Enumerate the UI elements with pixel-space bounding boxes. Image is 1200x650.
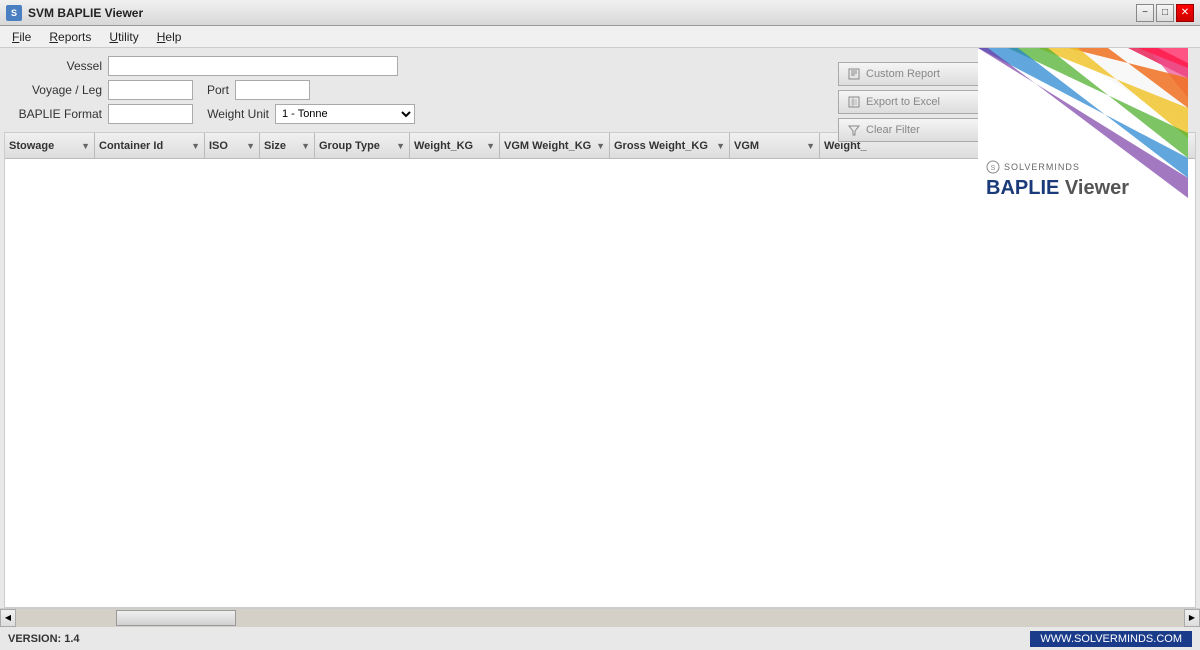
scroll-left-button[interactable]: ◀: [0, 609, 16, 627]
export-excel-label: Export to Excel: [866, 96, 940, 108]
weight-unit-select[interactable]: 1 - Tonne 2 - KG 3 - LBS: [275, 104, 415, 124]
weight-label: Weight Unit: [199, 107, 269, 121]
menu-bar: File Reports Utility Help: [0, 26, 1200, 48]
horizontal-scrollbar[interactable]: ◀ ▶: [0, 608, 1200, 626]
col-header-size[interactable]: Size ▼: [260, 133, 315, 158]
sort-arrow-vgm-weight: ▼: [596, 141, 605, 151]
main-content: Vessel Voyage / Leg Port BAPLIE Format W…: [0, 48, 1200, 626]
port-input[interactable]: [235, 80, 310, 100]
solverminds-text: S SOLVERMINDS: [986, 160, 1129, 174]
custom-report-icon: [847, 67, 861, 81]
sort-arrow-container: ▼: [191, 141, 200, 151]
buttons-area: Custom Report Export to Excel Clear Filt…: [838, 56, 988, 148]
form-left: Vessel Voyage / Leg Port BAPLIE Format W…: [12, 56, 828, 124]
window-title: SVM BAPLIE Viewer: [28, 6, 143, 20]
vessel-input[interactable]: [108, 56, 398, 76]
logo-background: S SOLVERMINDS BAPLIE Viewer: [978, 48, 1188, 208]
col-header-stowage[interactable]: Stowage ▼: [5, 133, 95, 158]
vessel-row: Vessel: [12, 56, 828, 76]
sort-arrow-weight: ▼: [486, 141, 495, 151]
col-header-iso[interactable]: ISO ▼: [205, 133, 260, 158]
app-icon: S: [6, 5, 22, 21]
col-header-gross-weight[interactable]: Gross Weight_KG ▼: [610, 133, 730, 158]
sort-arrow-gross-weight: ▼: [716, 141, 725, 151]
menu-utility[interactable]: Utility: [101, 28, 146, 46]
sort-arrow-grouptype: ▼: [396, 141, 405, 151]
version-label: VERSION: 1.4: [8, 633, 80, 645]
baplie-text: BAPLIE: [986, 177, 1059, 199]
status-bar: VERSION: 1.4 WWW.SOLVERMINDS.COM: [0, 626, 1200, 650]
title-bar-left: S SVM BAPLIE Viewer: [6, 5, 143, 21]
website-badge: WWW.SOLVERMINDS.COM: [1030, 631, 1192, 647]
maximize-button[interactable]: □: [1156, 4, 1174, 22]
col-header-weight-kg[interactable]: Weight_KG ▼: [410, 133, 500, 158]
scroll-track[interactable]: [16, 609, 1184, 627]
export-icon: [847, 95, 861, 109]
baplie-weight-row: BAPLIE Format Weight Unit 1 - Tonne 2 - …: [12, 104, 828, 124]
col-header-vgm-weight[interactable]: VGM Weight_KG ▼: [500, 133, 610, 158]
form-right: Custom Report Export to Excel Clear Filt…: [828, 56, 1188, 124]
svg-text:S: S: [991, 165, 996, 172]
port-label: Port: [199, 83, 229, 97]
col-header-vgm[interactable]: VGM ▼: [730, 133, 820, 158]
col-header-container-id[interactable]: Container Id ▼: [95, 133, 205, 158]
custom-report-label: Custom Report: [866, 68, 940, 80]
sort-arrow-stowage: ▼: [81, 141, 90, 151]
menu-file[interactable]: File: [4, 28, 39, 46]
voyage-label: Voyage / Leg: [12, 83, 102, 97]
window-controls: − □ ✕: [1136, 4, 1194, 22]
voyage-port-row: Voyage / Leg Port: [12, 80, 828, 100]
baplie-input[interactable]: [108, 104, 193, 124]
table-body: [5, 159, 1195, 607]
minimize-button[interactable]: −: [1136, 4, 1154, 22]
voyage-input[interactable]: [108, 80, 193, 100]
clear-filter-icon: [847, 123, 861, 137]
close-button[interactable]: ✕: [1176, 4, 1194, 22]
scroll-thumb[interactable]: [116, 610, 236, 626]
title-bar: S SVM BAPLIE Viewer − □ ✕: [0, 0, 1200, 26]
sort-arrow-iso: ▼: [246, 141, 255, 151]
sort-arrow-size: ▼: [301, 141, 310, 151]
menu-reports[interactable]: Reports: [41, 28, 99, 46]
clear-filter-label: Clear Filter: [866, 124, 920, 136]
col-header-group-type[interactable]: Group Type ▼: [315, 133, 410, 158]
custom-report-button[interactable]: Custom Report: [838, 62, 988, 86]
logo-area: S SOLVERMINDS BAPLIE Viewer: [978, 48, 1188, 208]
sort-arrow-vgm: ▼: [806, 141, 815, 151]
menu-help[interactable]: Help: [149, 28, 190, 46]
clear-filter-button[interactable]: Clear Filter: [838, 118, 988, 142]
baplie-viewer-logo: BAPLIE Viewer: [986, 176, 1129, 200]
scroll-right-button[interactable]: ▶: [1184, 609, 1200, 627]
viewer-word: Viewer: [1065, 177, 1129, 199]
baplie-label: BAPLIE Format: [12, 107, 102, 121]
export-excel-button[interactable]: Export to Excel: [838, 90, 988, 114]
form-area: Vessel Voyage / Leg Port BAPLIE Format W…: [0, 48, 1200, 132]
vessel-label: Vessel: [12, 59, 102, 73]
